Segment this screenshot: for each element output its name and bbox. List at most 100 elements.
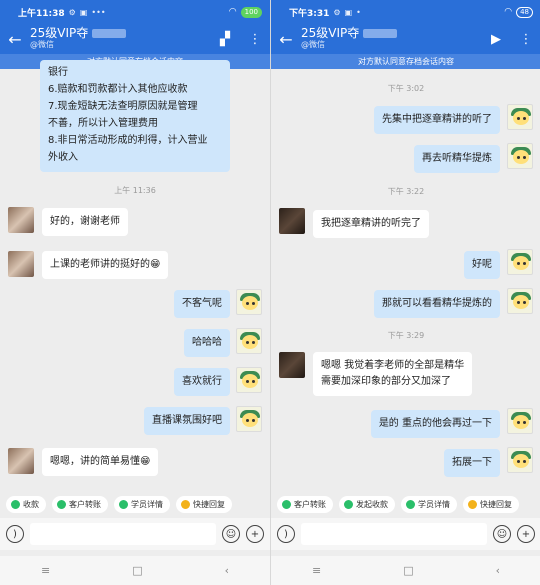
message-bubble: 那就可以看看精华提炼的 — [374, 290, 500, 318]
input-bar: ) ☺ + — [271, 518, 540, 550]
archive-notice: 对方默认同意存档会话内容 — [271, 54, 540, 69]
reply-icon — [181, 499, 190, 509]
avatar[interactable] — [507, 249, 533, 275]
quick-collect-button[interactable]: 发起收款 — [339, 495, 395, 513]
message-bubble: 我把逐章精讲的听完了 — [313, 210, 429, 238]
message-bubble: 上课的老师讲的挺好的😁 — [42, 251, 169, 279]
more-notif-icon: ••• — [91, 7, 106, 17]
avatar[interactable] — [236, 328, 262, 354]
menu-icon[interactable]: ≡ — [41, 564, 50, 577]
message-bubble: 喜欢就行 — [174, 368, 230, 396]
more-icon[interactable]: ⋮ — [511, 32, 540, 47]
app-icon: ▣ — [79, 7, 88, 17]
avatar[interactable] — [507, 143, 533, 169]
transfer-icon — [57, 499, 66, 509]
message-bubble: 好呢 — [464, 251, 500, 279]
collect-icon — [11, 499, 20, 509]
back-arrow-icon[interactable]: ← — [271, 30, 301, 49]
video-call-icon[interactable]: ▶ — [481, 32, 511, 47]
message-bubble: 哈哈哈 — [184, 329, 230, 357]
avatar[interactable] — [507, 408, 533, 434]
more-notif-icon: • — [356, 7, 361, 17]
chat-title: 25级VIP夺 — [30, 26, 89, 40]
home-icon[interactable]: □ — [403, 564, 413, 577]
quick-collect-button[interactable]: 收款 — [6, 495, 46, 513]
message-bubble: 好的，谢谢老师 — [42, 208, 128, 236]
avatar[interactable] — [279, 352, 305, 378]
message-bubble: 再去听精华提炼 — [414, 145, 500, 173]
message-bubble: 嗯嗯，讲的简单易懂😁 — [42, 448, 159, 476]
avatar[interactable] — [236, 289, 262, 315]
right-chat-screen: 下午3:31 ⚙ ▣ • ◠ 48 ← 25级VIP夺 @微信 ▶ ⋮ 对方默认… — [270, 0, 540, 585]
timestamp: 下午 3:22 — [387, 187, 425, 196]
chat-header: ← 25级VIP夺 @微信 ▶ ⋮ — [271, 24, 540, 54]
quick-actions: 客户转账 发起收款 学员详情 快捷回复 — [271, 492, 540, 516]
redacted-name — [363, 29, 398, 38]
message-bubble: 先集中把逐章精讲的听了 — [374, 106, 500, 134]
message-bubble: 嗯嗯 我觉着李老师的全部是精华 需要加深印象的部分又加深了 — [313, 352, 473, 396]
message-bubble: 不客气呢 — [174, 290, 230, 318]
emoji-icon[interactable]: ☺ — [493, 525, 511, 543]
back-nav-icon[interactable]: ‹ — [225, 564, 229, 577]
chat-subtitle: @微信 — [301, 40, 325, 49]
status-time: 上午11:38 — [18, 8, 65, 19]
back-arrow-icon[interactable]: ← — [0, 30, 30, 49]
quick-student-button[interactable]: 学员详情 — [401, 495, 457, 513]
avatar[interactable] — [236, 406, 262, 432]
avatar[interactable] — [507, 104, 533, 130]
battery-indicator: 100 — [240, 6, 262, 18]
quick-student-button[interactable]: 学员详情 — [114, 495, 170, 513]
message-input[interactable] — [301, 523, 487, 545]
system-nav: ≡ □ ‹ — [271, 556, 540, 585]
avatar[interactable] — [507, 288, 533, 314]
message-bubble: 拓展一下 — [444, 449, 500, 477]
quick-transfer-button[interactable]: 客户转账 — [277, 495, 333, 513]
left-chat-screen: 上午11:38 ⚙ ▣ ••• ◠ 100 ← 25级VIP夺 @微信 ▞ ⋮ … — [0, 0, 270, 585]
user-icon — [406, 499, 415, 509]
status-time: 下午3:31 — [289, 8, 330, 19]
quick-actions: 收款 客户转账 学员详情 快捷回复 — [0, 492, 270, 516]
chat-header: ← 25级VIP夺 @微信 ▞ ⋮ — [0, 24, 270, 54]
message-bubble: 是的 重点的他会再过一下 — [370, 410, 500, 438]
avatar[interactable] — [8, 207, 34, 233]
status-bar: 上午11:38 ⚙ ▣ ••• ◠ 100 — [0, 0, 270, 24]
voice-icon[interactable]: ) — [277, 525, 295, 543]
collect-icon — [344, 499, 353, 509]
avatar[interactable] — [507, 447, 533, 473]
chat-subtitle: @微信 — [30, 40, 54, 49]
avatar[interactable] — [8, 251, 34, 277]
settings-icon: ⚙ — [68, 7, 76, 17]
plus-icon[interactable]: + — [246, 525, 264, 543]
video-call-icon[interactable]: ▞ — [210, 32, 240, 47]
home-icon[interactable]: □ — [132, 564, 142, 577]
battery-indicator: 48 — [516, 6, 533, 18]
chat-title: 25级VIP夺 — [301, 26, 360, 40]
input-bar: ) ☺ + — [0, 518, 270, 550]
plus-icon[interactable]: + — [517, 525, 535, 543]
quick-reply-button[interactable]: 快捷回复 — [463, 495, 519, 513]
message-bubble: 直播课氛围好吧 — [144, 407, 230, 435]
message-input[interactable] — [30, 523, 216, 545]
more-icon[interactable]: ⋮ — [240, 32, 270, 47]
settings-icon: ⚙ — [333, 7, 341, 17]
timestamp: 下午 3:02 — [387, 84, 425, 93]
wifi-icon: ◠ — [504, 7, 513, 17]
redacted-name — [92, 29, 127, 38]
emoji-icon[interactable]: ☺ — [222, 525, 240, 543]
app-icon: ▣ — [344, 7, 353, 17]
avatar[interactable] — [279, 208, 305, 234]
quick-reply-button[interactable]: 快捷回复 — [176, 495, 232, 513]
menu-icon[interactable]: ≡ — [312, 564, 321, 577]
avatar[interactable] — [8, 448, 34, 474]
timestamp: 下午 3:29 — [387, 331, 425, 340]
message-bubble: 银行 6.赔款和罚款都计入其他应收款 7.现金短缺无法查明原因就是管理 不善，所… — [40, 60, 230, 172]
avatar[interactable] — [236, 367, 262, 393]
back-nav-icon[interactable]: ‹ — [496, 564, 500, 577]
wifi-icon: ◠ — [228, 7, 237, 17]
quick-transfer-button[interactable]: 客户转账 — [52, 495, 108, 513]
voice-icon[interactable]: ) — [6, 525, 24, 543]
timestamp: 上午 11:36 — [114, 186, 156, 195]
status-bar: 下午3:31 ⚙ ▣ • ◠ 48 — [271, 0, 540, 24]
reply-icon — [468, 499, 477, 509]
system-nav: ≡ □ ‹ — [0, 556, 270, 585]
